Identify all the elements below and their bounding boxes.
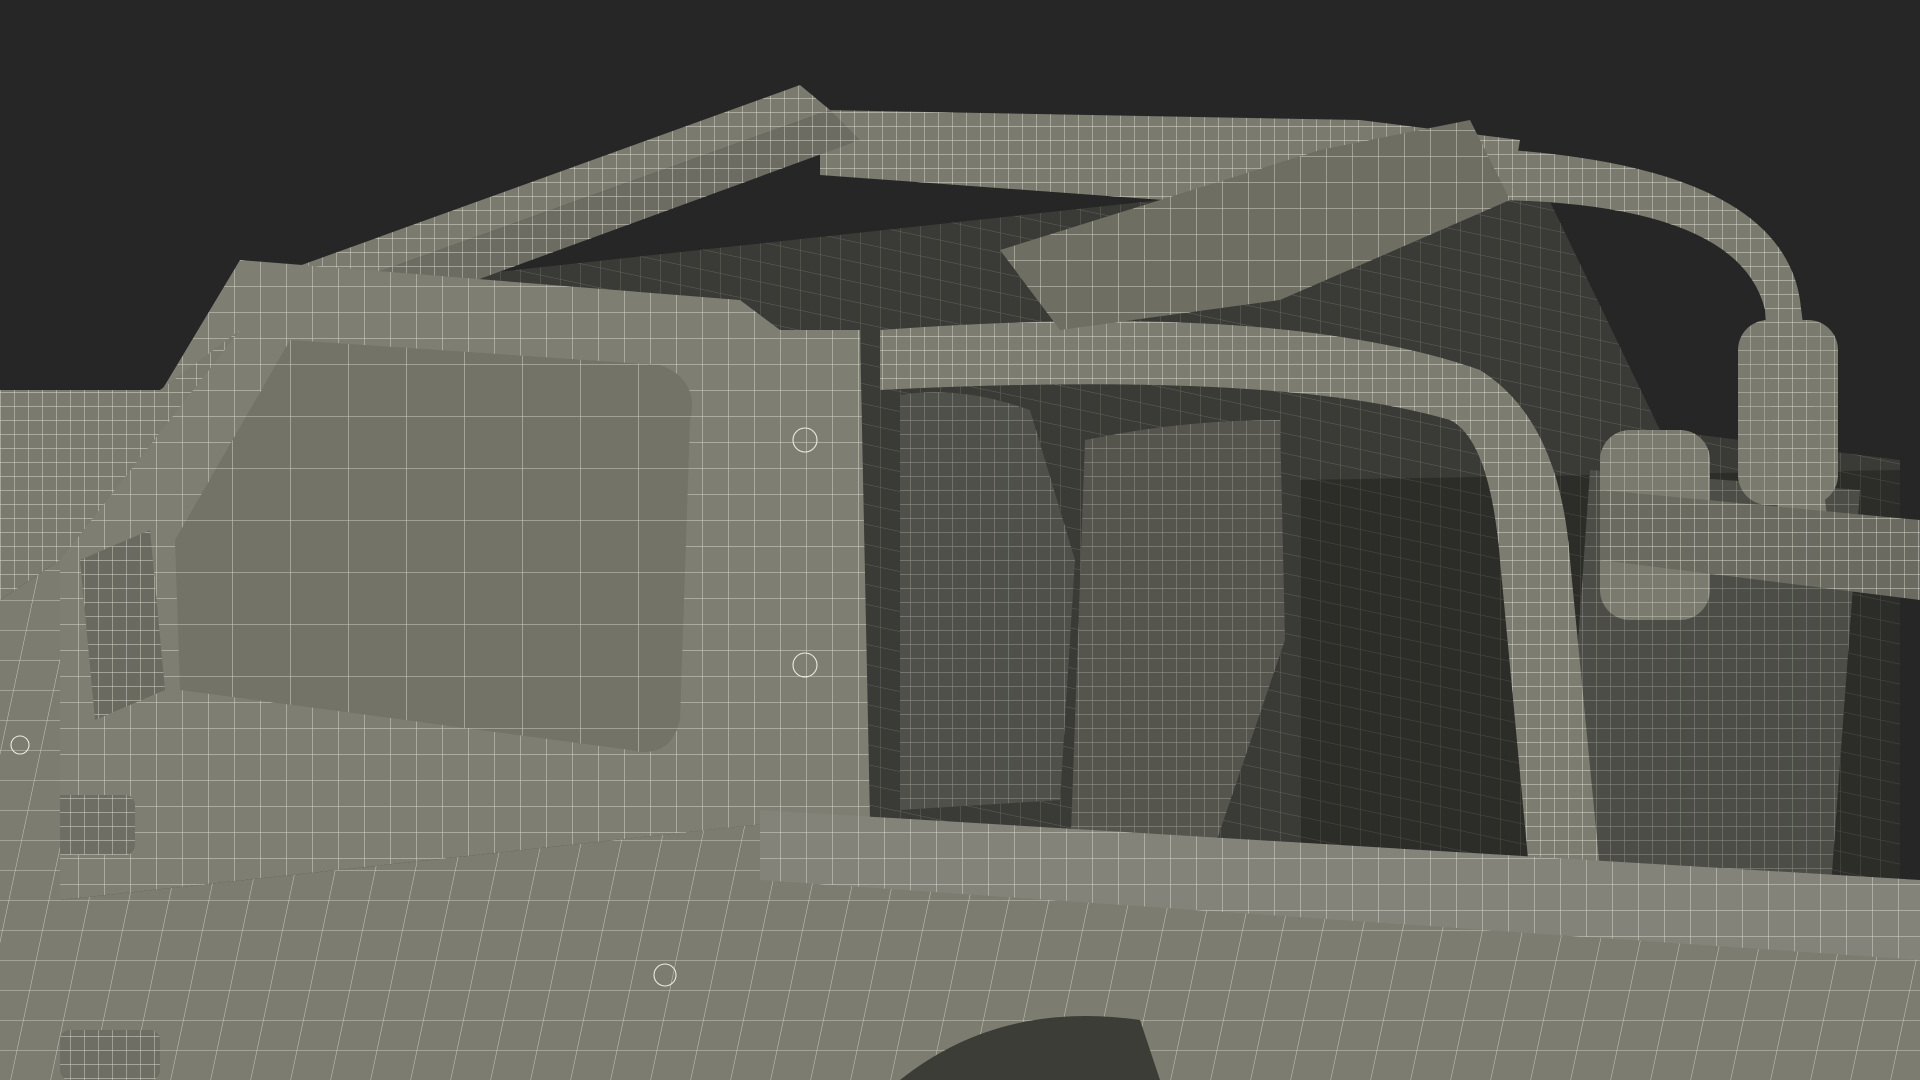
side-mirror-mesh	[80, 530, 165, 720]
render-viewport	[0, 0, 1920, 1080]
vehicle-wireframe-render	[0, 85, 1920, 1080]
lower-hinge-mesh	[60, 1030, 160, 1080]
